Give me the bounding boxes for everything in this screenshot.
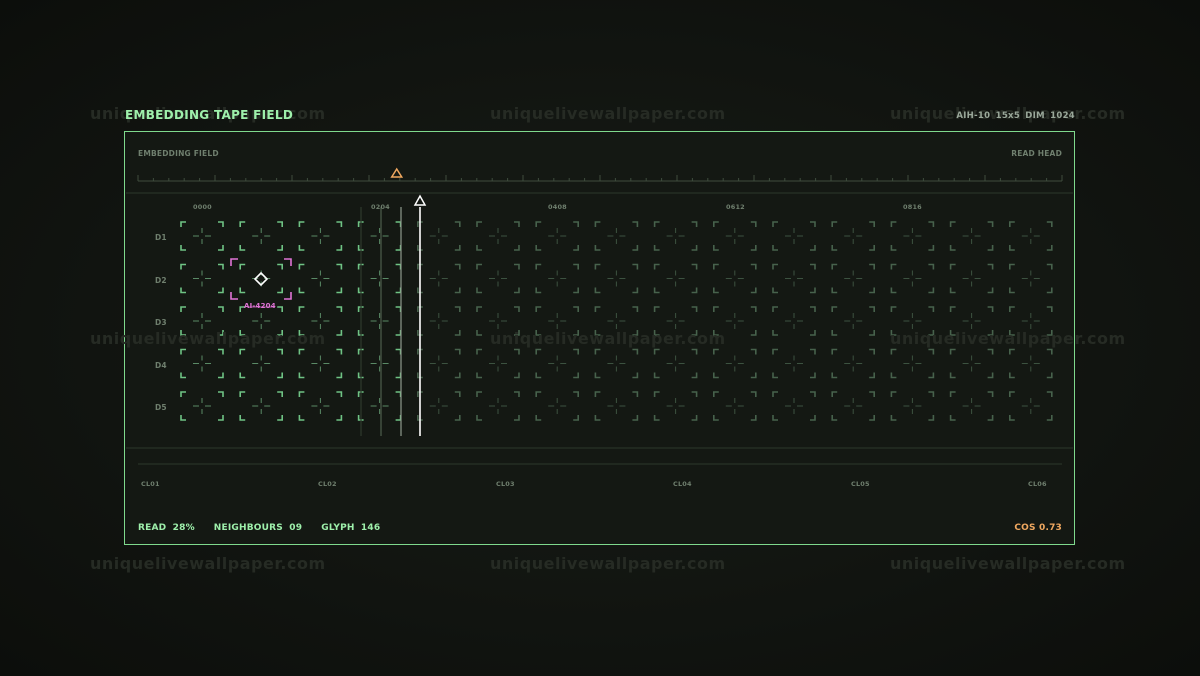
- embedding-cell: [713, 263, 757, 294]
- row-label: D4: [155, 361, 167, 370]
- embedding-cell: [713, 221, 757, 251]
- cluster-label: CL06: [1028, 480, 1047, 488]
- selection-bracket: [284, 258, 292, 266]
- embedding-cell: [476, 221, 520, 251]
- embedding-cell: [535, 221, 579, 251]
- embedding-cell: [476, 348, 520, 379]
- embedding-cell: [890, 391, 935, 421]
- column-label: 0408: [548, 203, 567, 211]
- embedding-cell: [298, 391, 343, 421]
- embedding-cell: [949, 391, 994, 421]
- watermark: uniquelivewallpaper.com: [490, 329, 726, 348]
- embedding-cell: [417, 391, 461, 421]
- watermark: uniquelivewallpaper.com: [890, 329, 1126, 348]
- embedding-cell: [890, 263, 935, 294]
- watermark: uniquelivewallpaper.com: [90, 554, 326, 573]
- embedding-cell: [357, 221, 402, 251]
- embedding-cell: [594, 348, 639, 379]
- watermark: uniquelivewallpaper.com: [90, 329, 326, 348]
- selection-bracket: [230, 258, 238, 266]
- embedding-cell: [1009, 391, 1053, 421]
- embedding-cell: [949, 348, 994, 379]
- column-label: 0204: [371, 203, 390, 211]
- embedding-cell: [239, 348, 283, 379]
- embedding-cell: [239, 221, 283, 251]
- selected-vector-id: AI-4204: [244, 302, 276, 310]
- embedding-cell: [831, 348, 875, 379]
- embedding-cell: [831, 263, 875, 294]
- glyph-count: GLYPH 146: [321, 523, 381, 533]
- column-label: 0612: [726, 203, 745, 211]
- embedding-cell: [772, 391, 816, 421]
- embedding-cell: [357, 263, 402, 294]
- selection-bracket: [284, 292, 292, 300]
- embedding-cell: [653, 221, 698, 251]
- embedding-cell: [239, 391, 283, 421]
- cluster-label: CL01: [141, 480, 160, 488]
- cluster-label: CL02: [318, 480, 337, 488]
- read-progress: READ 28%: [138, 523, 195, 533]
- embedding-cell: [831, 306, 875, 336]
- embedding-cell: [594, 391, 639, 421]
- embedding-cell: [180, 221, 224, 251]
- embedding-cell: [653, 263, 698, 294]
- embedding-cell: [772, 348, 816, 379]
- embedding-cell: [831, 391, 875, 421]
- embedding-cell: [417, 263, 461, 294]
- selection-bracket: [230, 292, 238, 300]
- embedding-cell: [180, 263, 224, 294]
- cosine-similarity: COS 0.73: [1014, 523, 1062, 533]
- embedding-cell: [535, 263, 579, 294]
- row-label: D5: [155, 403, 167, 412]
- cluster-label: CL04: [673, 480, 692, 488]
- neighbours-count: NEIGHBOURS 09: [213, 523, 303, 533]
- embedding-cell: [949, 263, 994, 294]
- embedding-cell: [772, 263, 816, 294]
- embedding-cell: [298, 263, 343, 294]
- embedding-cell: [890, 348, 935, 379]
- embedding-cell: [831, 221, 875, 251]
- column-label: 0000: [193, 203, 212, 211]
- embedding-cell: [417, 306, 461, 336]
- embedding-cell: [653, 348, 698, 379]
- cluster-label: CL05: [851, 480, 870, 488]
- embedding-cell: [417, 221, 461, 251]
- row-label: D3: [155, 318, 167, 327]
- watermark: uniquelivewallpaper.com: [890, 554, 1126, 573]
- watermark: uniquelivewallpaper.com: [490, 554, 726, 573]
- cluster-label: CL03: [496, 480, 515, 488]
- read-head-icon: [413, 194, 427, 206]
- embedding-cell: [357, 348, 402, 379]
- embedding-cell: [594, 221, 639, 251]
- embedding-cell: [417, 348, 461, 379]
- embedding-cell: [476, 263, 520, 294]
- embedding-cell: [890, 221, 935, 251]
- read-marker-icon: [390, 167, 404, 178]
- embedding-cell: [535, 348, 579, 379]
- embedding-cell: [713, 391, 757, 421]
- embedding-cell: [949, 221, 994, 251]
- embedding-cell: [772, 306, 816, 336]
- row-label: D1: [155, 233, 167, 242]
- embedding-cell: [535, 391, 579, 421]
- embedding-cell: [239, 263, 283, 294]
- embedding-cell: [357, 306, 402, 336]
- embedding-cell: [476, 391, 520, 421]
- embedding-cell: [298, 221, 343, 251]
- status-bar: READ 28% NEIGHBOURS 09 GLYPH 146: [138, 523, 380, 533]
- column-label: 0816: [903, 203, 922, 211]
- embedding-cell: [1009, 263, 1053, 294]
- embedding-cell: [1009, 348, 1053, 379]
- embedding-cell: [772, 221, 816, 251]
- row-label: D2: [155, 276, 167, 285]
- embedding-cell: [357, 391, 402, 421]
- embedding-cell: [713, 348, 757, 379]
- embedding-cell: [594, 263, 639, 294]
- embedding-cell: [180, 391, 224, 421]
- embedding-cell: [298, 348, 343, 379]
- embedding-cell: [180, 348, 224, 379]
- embedding-cell: [1009, 221, 1053, 251]
- embedding-cell: [653, 391, 698, 421]
